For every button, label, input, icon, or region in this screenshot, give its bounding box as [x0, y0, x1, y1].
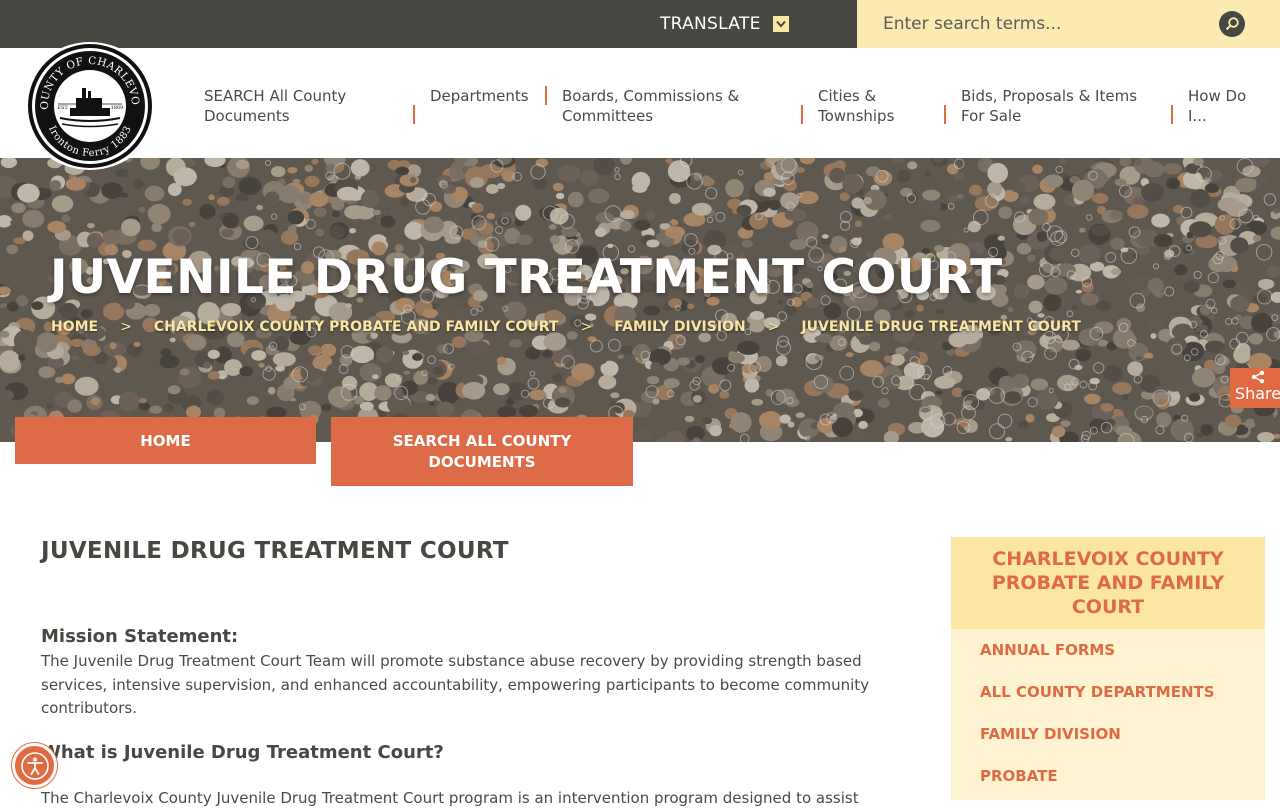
mission-heading: Mission Statement: — [41, 626, 238, 647]
page-title: JUVENILE DRUG TREATMENT COURT — [41, 538, 509, 564]
nav-how-do-i[interactable]: How Do I... — [1188, 86, 1260, 126]
what-is-text: The Charlevoix County Juvenile Drug Trea… — [41, 787, 931, 810]
sidebar-link-all-departments[interactable]: ALL COUNTY DEPARTMENTS — [980, 683, 1215, 701]
accessibility-icon — [20, 751, 50, 781]
svg-text:1869: 1869 — [111, 105, 124, 111]
breadcrumb-family-division[interactable]: FAMILY DIVISION — [614, 319, 745, 335]
svg-text:EST.: EST. — [57, 105, 69, 111]
nav-boards-commissions[interactable]: Boards, Commissions & Committees — [562, 86, 777, 126]
search-button[interactable] — [1219, 11, 1245, 37]
chevron-down-icon — [773, 16, 789, 32]
share-label: Share — [1235, 384, 1280, 403]
search-all-documents-button[interactable]: SEARCH ALL COUNTY DOCUMENTS — [331, 417, 633, 486]
home-button[interactable]: HOME — [15, 417, 316, 464]
nav-divider — [1171, 105, 1173, 124]
breadcrumb: HOME > CHARLEVOIX COUNTY PROBATE AND FAM… — [51, 319, 1081, 335]
sidebar: CHARLEVOIX COUNTY PROBATE AND FAMILY COU… — [951, 537, 1265, 800]
nav-divider — [801, 105, 803, 124]
translate-button[interactable]: TRANSLATE — [660, 12, 789, 36]
nav-divider — [944, 105, 946, 124]
sidebar-link-family-division[interactable]: FAMILY DIVISION — [980, 725, 1121, 743]
share-icon — [1251, 370, 1265, 384]
nav-bids-proposals[interactable]: Bids, Proposals & Items For Sale — [961, 86, 1156, 126]
utility-bar: TRANSLATE — [0, 0, 1280, 48]
nav-divider — [413, 105, 415, 124]
search-bar — [857, 0, 1280, 48]
search-input[interactable] — [857, 0, 1217, 48]
sidebar-link-probate[interactable]: PROBATE — [980, 767, 1058, 785]
breadcrumb-home[interactable]: HOME — [51, 319, 98, 335]
what-is-heading: What is Juvenile Drug Treatment Court? — [41, 742, 444, 763]
translate-label: TRANSLATE — [660, 14, 761, 34]
breadcrumb-probate-family-court[interactable]: CHARLEVOIX COUNTY PROBATE AND FAMILY COU… — [154, 319, 559, 335]
mission-text: The Juvenile Drug Treatment Court Team w… — [41, 650, 931, 721]
site-header: COUNTY OF CHARLEVOIX Ironton Ferry 1883 … — [0, 48, 1280, 158]
share-button[interactable]: Share — [1230, 368, 1280, 408]
nav-cities-townships[interactable]: Cities & Townships — [818, 86, 918, 126]
breadcrumb-separator: > — [768, 319, 780, 335]
accessibility-button[interactable] — [12, 743, 57, 788]
hero-title: JUVENILE DRUG TREATMENT COURT — [50, 250, 1003, 305]
sidebar-heading[interactable]: CHARLEVOIX COUNTY PROBATE AND FAMILY COU… — [951, 537, 1265, 629]
hero-banner: JUVENILE DRUG TREATMENT COURT HOME > CHA… — [0, 158, 1280, 442]
sidebar-link-annual-forms[interactable]: ANNUAL FORMS — [980, 641, 1115, 659]
nav-departments[interactable]: Departments — [430, 86, 540, 106]
county-seal-logo[interactable]: COUNTY OF CHARLEVOIX Ironton Ferry 1883 … — [22, 42, 158, 170]
nav-divider — [545, 86, 547, 105]
search-icon — [1224, 16, 1240, 32]
nav-search-documents[interactable]: SEARCH All County Documents — [204, 86, 394, 126]
breadcrumb-separator: > — [580, 319, 592, 335]
breadcrumb-separator: > — [120, 319, 132, 335]
breadcrumb-current: JUVENILE DRUG TREATMENT COURT — [801, 319, 1080, 335]
